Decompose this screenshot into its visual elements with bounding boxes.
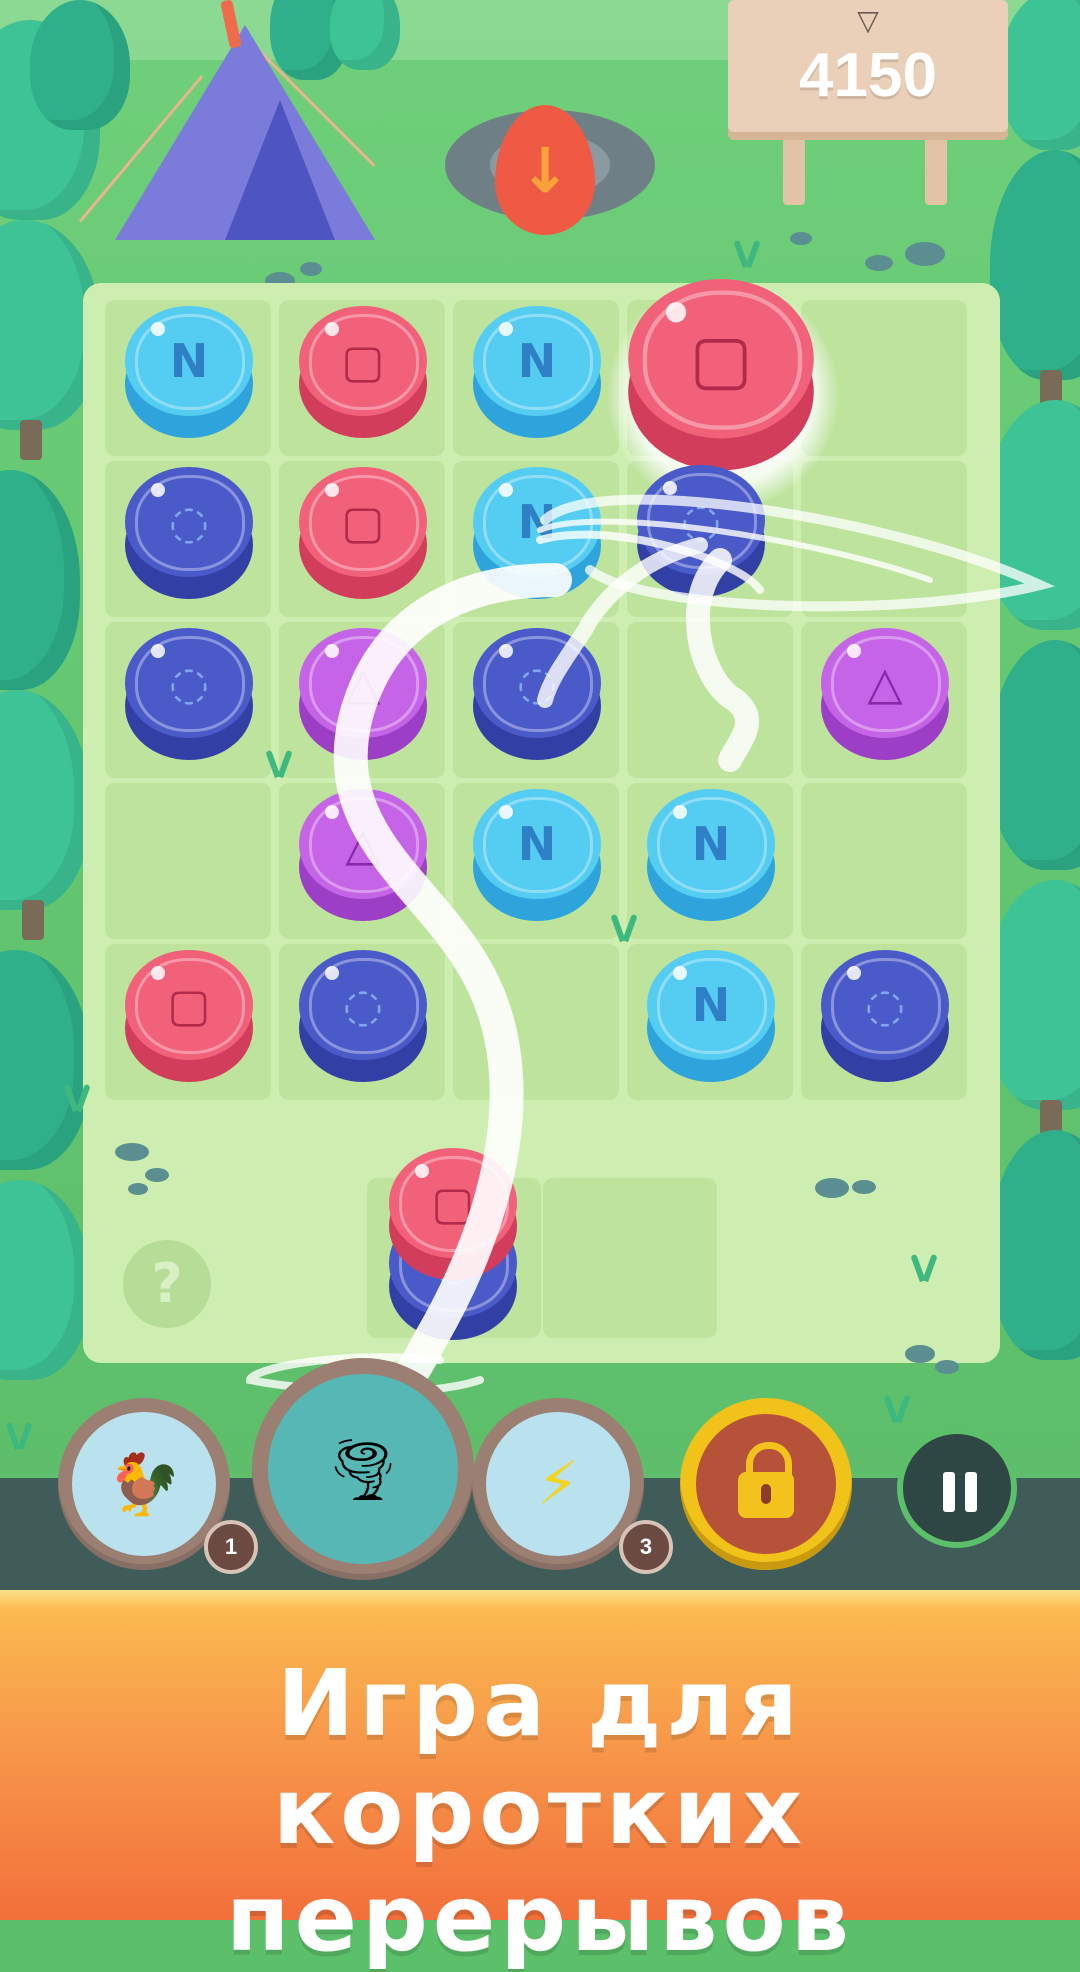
tree — [0, 690, 90, 910]
tree — [1000, 0, 1080, 150]
stone — [145, 1168, 169, 1182]
red-chip[interactable]: ▢ — [299, 467, 427, 605]
tree — [0, 470, 80, 690]
grass-tuft — [58, 1082, 98, 1112]
purple-chip[interactable]: △ — [821, 628, 949, 766]
red-chip[interactable]: ▢ — [389, 1148, 517, 1286]
pause-icon — [943, 1472, 955, 1512]
cyan-chip-symbol: N — [169, 334, 209, 388]
cyan-chip-symbol: N — [517, 334, 557, 388]
pause-icon — [965, 1472, 977, 1512]
cyan-chip[interactable]: N — [647, 950, 775, 1088]
tree — [990, 150, 1080, 380]
locked-powerup-button[interactable] — [680, 1398, 852, 1570]
score-sign: ▽ 4150 — [728, 0, 1008, 140]
tree-trunk — [20, 420, 42, 460]
grass-tuft — [260, 748, 300, 778]
navy-chip[interactable]: ◌ — [299, 950, 427, 1088]
red-chip[interactable]: ▢ — [299, 306, 427, 444]
navy-chip[interactable]: ◌ — [473, 628, 601, 766]
grass-tuft — [0, 1420, 40, 1450]
tray-slot[interactable] — [543, 1178, 717, 1338]
navy-chip-symbol: ◌ — [516, 656, 558, 710]
stone — [128, 1183, 148, 1195]
board-cell[interactable] — [801, 783, 967, 939]
navy-chip-symbol: ◌ — [342, 978, 384, 1032]
promo-banner: Игра для коротких перерывов — [0, 1590, 1080, 1972]
cyan-chip-symbol: N — [691, 978, 731, 1032]
pause-button[interactable] — [897, 1428, 1017, 1548]
red-chip-symbol: ▢ — [431, 1176, 475, 1230]
tree — [0, 1180, 90, 1380]
navy-chip[interactable]: ◌ — [125, 628, 253, 766]
cyan-chip[interactable]: N — [647, 789, 775, 927]
cyan-chip-symbol: N — [517, 495, 557, 549]
locked-powerup-bg — [696, 1414, 836, 1554]
banner-line-2: коротких перерывов — [226, 1758, 854, 1972]
help-button[interactable]: ? — [123, 1240, 211, 1328]
board-cell[interactable] — [105, 783, 271, 939]
red-chip[interactable]: ▢ — [628, 278, 814, 479]
stone — [935, 1360, 959, 1374]
tent-door — [225, 100, 335, 240]
navy-chip-symbol: ◌ — [168, 656, 210, 710]
score-value: 4150 — [799, 41, 937, 110]
cyan-chip[interactable]: N — [473, 467, 601, 605]
cyan-chip[interactable]: N — [125, 306, 253, 444]
tree — [990, 1130, 1080, 1360]
powerup-tornado-button[interactable]: 🌪 — [252, 1358, 474, 1580]
navy-chip-symbol: ◌ — [168, 495, 210, 549]
tree-trunk — [22, 900, 44, 940]
cyan-chip[interactable]: N — [473, 306, 601, 444]
grass-tuft — [905, 1252, 945, 1282]
stone — [905, 242, 945, 266]
arrow-down-icon: ↓ — [519, 133, 571, 207]
stone — [865, 255, 893, 271]
purple-chip-symbol: △ — [867, 656, 903, 710]
trophy-icon: ▽ — [857, 4, 879, 37]
navy-chip-symbol: ◌ — [864, 978, 906, 1032]
stone — [905, 1345, 935, 1363]
weathervane-icon: 🐓 — [72, 1412, 216, 1556]
navy-chip-symbol: ◌ — [680, 493, 722, 547]
stone — [115, 1143, 149, 1161]
stone — [815, 1178, 849, 1198]
red-chip-symbol: ▢ — [689, 319, 753, 398]
banner-line-1: Игра для — [277, 1650, 803, 1757]
navy-chip[interactable]: ◌ — [821, 950, 949, 1088]
stone — [852, 1180, 876, 1194]
tree — [990, 640, 1080, 870]
campfire-flame: ↓ — [495, 105, 595, 235]
powerup-count-badge: 1 — [204, 1520, 258, 1574]
purple-chip-symbol: △ — [345, 656, 381, 710]
padlock-icon — [738, 1442, 794, 1518]
lightning-icon: ⚡ — [486, 1412, 630, 1556]
game-scene: ↓ ▽ 4150 N▢N▢◌▢N◌◌△◌△△NN▢◌N◌ ? ◌▢ — [0, 0, 1080, 1590]
grass-tuft — [605, 912, 645, 942]
grass-tuft — [728, 238, 768, 268]
red-chip-symbol: ▢ — [341, 495, 385, 549]
navy-chip[interactable]: ◌ — [637, 465, 765, 603]
board-cell[interactable] — [453, 944, 619, 1100]
purple-chip[interactable]: △ — [299, 628, 427, 766]
cyan-chip-symbol: N — [691, 817, 731, 871]
stone — [300, 262, 322, 276]
stone — [790, 232, 812, 245]
purple-chip[interactable]: △ — [299, 789, 427, 927]
tornado-icon: 🌪 — [268, 1374, 458, 1564]
red-chip[interactable]: ▢ — [125, 950, 253, 1088]
red-chip-symbol: ▢ — [167, 978, 211, 1032]
board-cell[interactable] — [801, 461, 967, 617]
board-cell[interactable] — [627, 622, 793, 778]
purple-chip-symbol: △ — [345, 817, 381, 871]
cyan-chip-symbol: N — [517, 817, 557, 871]
red-chip-symbol: ▢ — [341, 334, 385, 388]
grass-tuft — [878, 1393, 918, 1423]
navy-chip[interactable]: ◌ — [125, 467, 253, 605]
tree — [0, 950, 90, 1170]
powerup-count-badge: 3 — [619, 1520, 673, 1574]
cyan-chip[interactable]: N — [473, 789, 601, 927]
